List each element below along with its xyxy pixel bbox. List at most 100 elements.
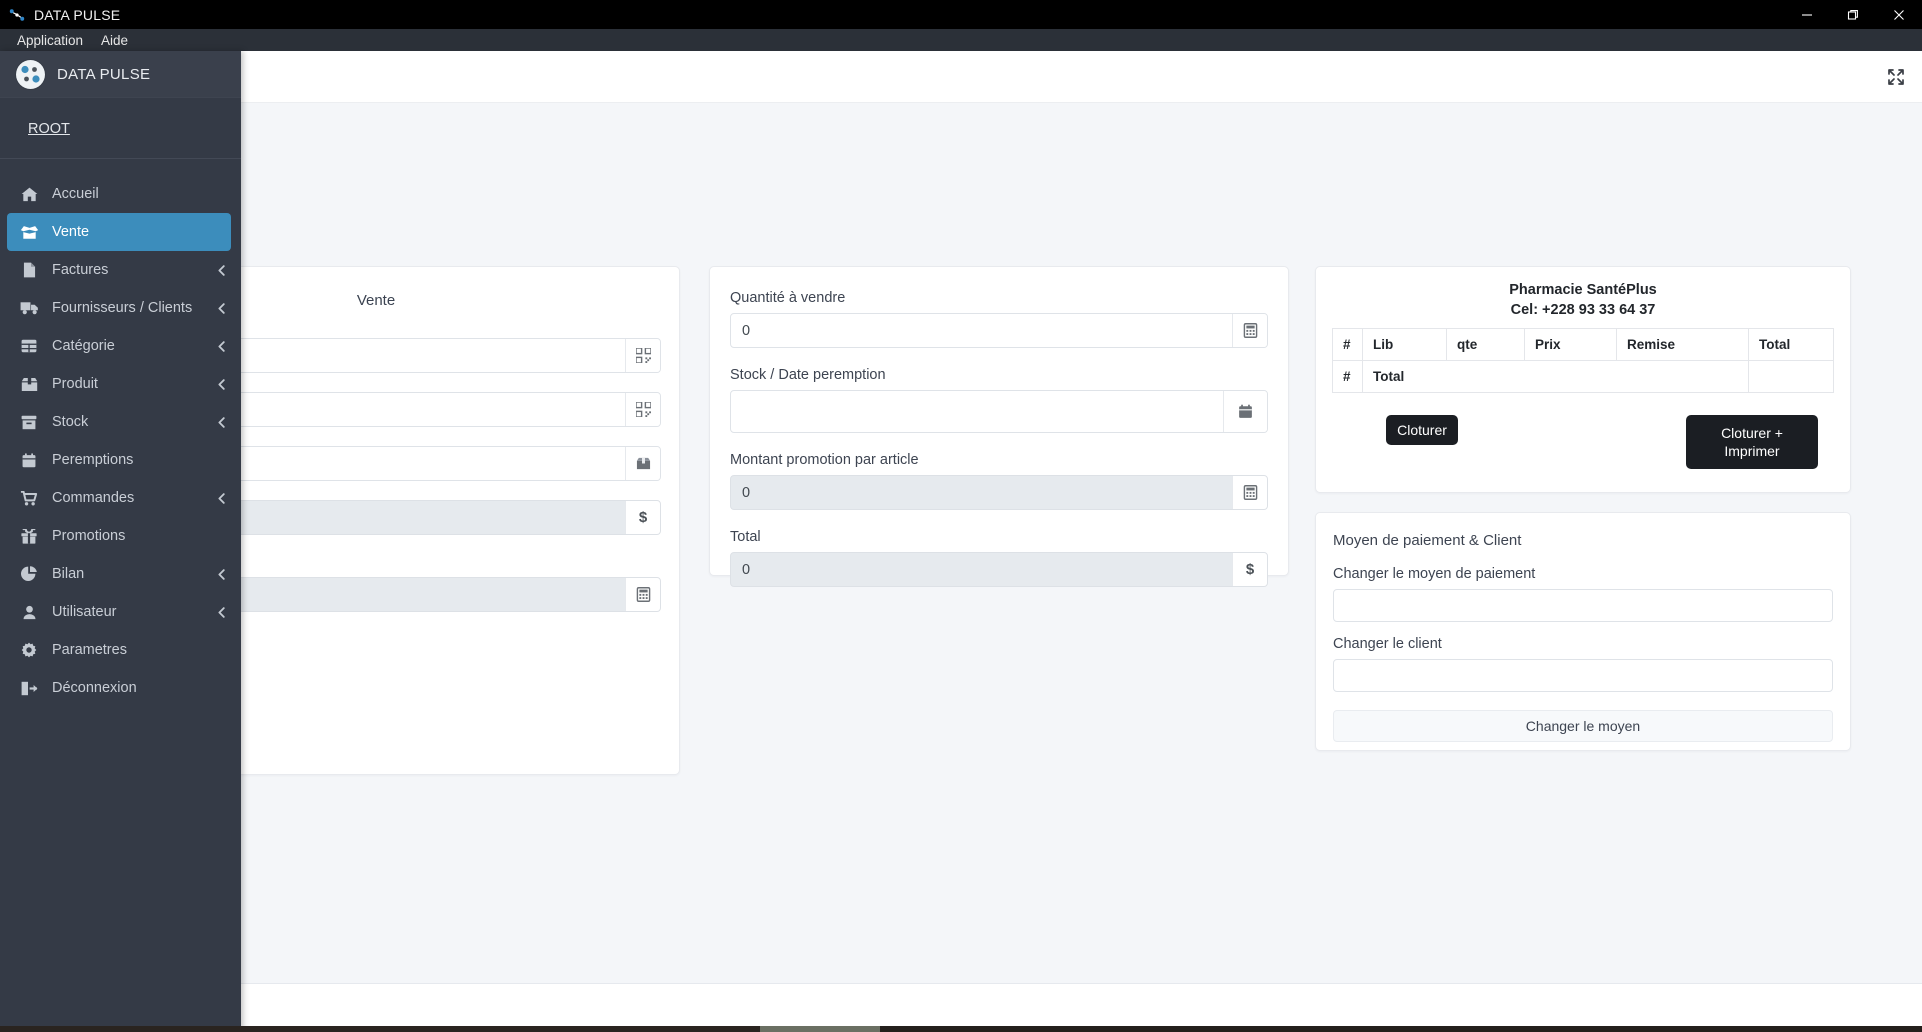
payment-method-input[interactable] (1333, 589, 1833, 622)
stock-date-peremption-input[interactable] (731, 391, 1223, 432)
total-input-group: $ (730, 552, 1268, 587)
sidebar-item-produit[interactable]: Produit (7, 365, 231, 403)
logout-icon (18, 679, 40, 697)
sidebar-item-fournisseurs-clients[interactable]: Fournisseurs / Clients (7, 289, 231, 327)
sidebar-item-commandes[interactable]: Commandes (7, 479, 231, 517)
montant-promotion-field-group: Montant promotion par article (730, 452, 1268, 510)
table-row-total: # Total (1333, 361, 1834, 393)
sidebar-item-parametres[interactable]: Parametres (7, 631, 231, 669)
qrcode-icon[interactable] (625, 393, 660, 426)
sidebar-brand[interactable]: DATA PULSE (0, 51, 241, 98)
menu-item-aide[interactable]: Aide (92, 31, 137, 50)
sidebar-item-label: Accueil (52, 186, 231, 202)
sidebar-item-label: Catégorie (52, 338, 218, 354)
total-row-index: # (1333, 361, 1363, 393)
sidebar-item-label: Déconnexion (52, 680, 231, 696)
sidebar-item-promotions[interactable]: Promotions (7, 517, 231, 555)
qrcode-icon[interactable] (625, 339, 660, 372)
restore-button[interactable] (1830, 0, 1876, 29)
cloturer-imprimer-button[interactable]: Cloturer + Imprimer (1686, 415, 1818, 469)
quantite-a-vendre-input-group[interactable] (730, 313, 1268, 348)
chevron-left-icon (218, 341, 225, 352)
sidebar-item-bilan[interactable]: Bilan (7, 555, 231, 593)
shop-telephone: Cel: +228 93 33 64 37 (1332, 301, 1834, 321)
sidebar: DATA PULSE ROOT Accueil (0, 51, 241, 1032)
payment-method-label: Changer le moyen de paiement (1333, 566, 1833, 582)
total-field-group: Total $ (730, 529, 1268, 587)
sidebar-item-categorie[interactable]: Catégorie (7, 327, 231, 365)
sidebar-item-stock[interactable]: Stock (7, 403, 231, 441)
sidebar-item-label: Commandes (52, 490, 218, 506)
calendar-icon (18, 451, 40, 469)
column-header-index: # (1333, 329, 1363, 361)
sidebar-item-label: Parametres (52, 642, 231, 658)
sidebar-item-label: Fournisseurs / Clients (52, 300, 218, 316)
montant-promotion-input-group (730, 475, 1268, 510)
title-bar: DATA PULSE (0, 0, 1922, 29)
sidebar-item-label: Bilan (52, 566, 218, 582)
sidebar-brand-text: DATA PULSE (57, 66, 150, 83)
ticket-table: # Lib qte Prix Remise Total # Total (1332, 328, 1834, 393)
montant-promotion-input (731, 476, 1232, 509)
chevron-left-icon (218, 569, 225, 580)
expand-arrows-icon[interactable] (1886, 67, 1906, 87)
home-icon (18, 185, 40, 203)
gear-icon (18, 641, 40, 659)
payment-method-field-group: Changer le moyen de paiement (1333, 566, 1833, 622)
cloturer-button[interactable]: Cloturer (1386, 415, 1458, 445)
stock-date-peremption-input-group[interactable] (730, 390, 1268, 433)
cloturer-imprimer-line1: Cloturer + (1721, 425, 1783, 441)
dollar-icon: $ (1232, 553, 1267, 586)
pie-chart-icon (18, 565, 40, 583)
sidebar-item-label: Peremptions (52, 452, 231, 468)
dollar-icon: $ (625, 501, 660, 534)
truck-icon (18, 299, 40, 317)
ticket-table-body: # Total (1333, 361, 1834, 393)
column-header-prix: Prix (1525, 329, 1617, 361)
close-button[interactable] (1876, 0, 1922, 29)
chevron-left-icon (218, 379, 225, 390)
sidebar-nav: Accueil Vente Factures (0, 159, 241, 707)
calculator-icon[interactable] (1232, 314, 1267, 347)
sidebar-item-accueil[interactable]: Accueil (7, 175, 231, 213)
sidebar-item-label: Promotions (52, 528, 231, 544)
archive-icon (18, 413, 40, 431)
data-pulse-logo-icon (16, 60, 45, 89)
quantite-a-vendre-input[interactable] (731, 314, 1232, 347)
sidebar-item-deconnexion[interactable]: Déconnexion (7, 669, 231, 707)
calculator-icon (1232, 476, 1267, 509)
sidebar-item-utilisateur[interactable]: Utilisateur (7, 593, 231, 631)
payment-panel-heading: Moyen de paiement & Client (1333, 532, 1833, 549)
sale-center-panel: Quantité à vendre (709, 266, 1289, 576)
menu-item-application[interactable]: Application (8, 31, 92, 50)
sidebar-item-peremptions[interactable]: Peremptions (7, 441, 231, 479)
quantite-a-vendre-label: Quantité à vendre (730, 290, 1268, 306)
changer-le-moyen-button[interactable]: Changer le moyen (1333, 710, 1833, 742)
ticket-actions: Cloturer Cloturer + Imprimer (1332, 415, 1834, 469)
client-input[interactable] (1333, 659, 1833, 692)
client-label: Changer le client (1333, 636, 1833, 652)
ticket-table-header-row: # Lib qte Prix Remise Total (1333, 329, 1834, 361)
window-controls (1784, 0, 1922, 29)
total-row-value (1749, 361, 1834, 393)
sidebar-user-link[interactable]: ROOT (28, 121, 70, 137)
total-input (731, 553, 1232, 586)
sidebar-item-factures[interactable]: Factures (7, 251, 231, 289)
payment-client-panel: Moyen de paiement & Client Changer le mo… (1315, 512, 1851, 751)
box-icon (18, 375, 40, 393)
sidebar-item-label: Utilisateur (52, 604, 218, 620)
calendar-icon[interactable] (1223, 391, 1267, 432)
menu-bar: Application Aide (0, 29, 1922, 51)
cart-icon (18, 489, 40, 507)
page-content: Vente (0, 51, 1922, 1032)
table-icon (18, 337, 40, 355)
sidebar-item-label: Vente (52, 224, 231, 240)
client-field-group: Changer le client (1333, 636, 1833, 692)
sidebar-item-vente[interactable]: Vente (7, 213, 231, 251)
calculator-icon (625, 578, 660, 611)
cloturer-imprimer-line2: Imprimer (1724, 443, 1779, 459)
box-icon[interactable] (625, 447, 660, 480)
user-icon (18, 603, 40, 621)
stock-date-peremption-field-group: Stock / Date peremption (730, 367, 1268, 433)
minimize-button[interactable] (1784, 0, 1830, 29)
